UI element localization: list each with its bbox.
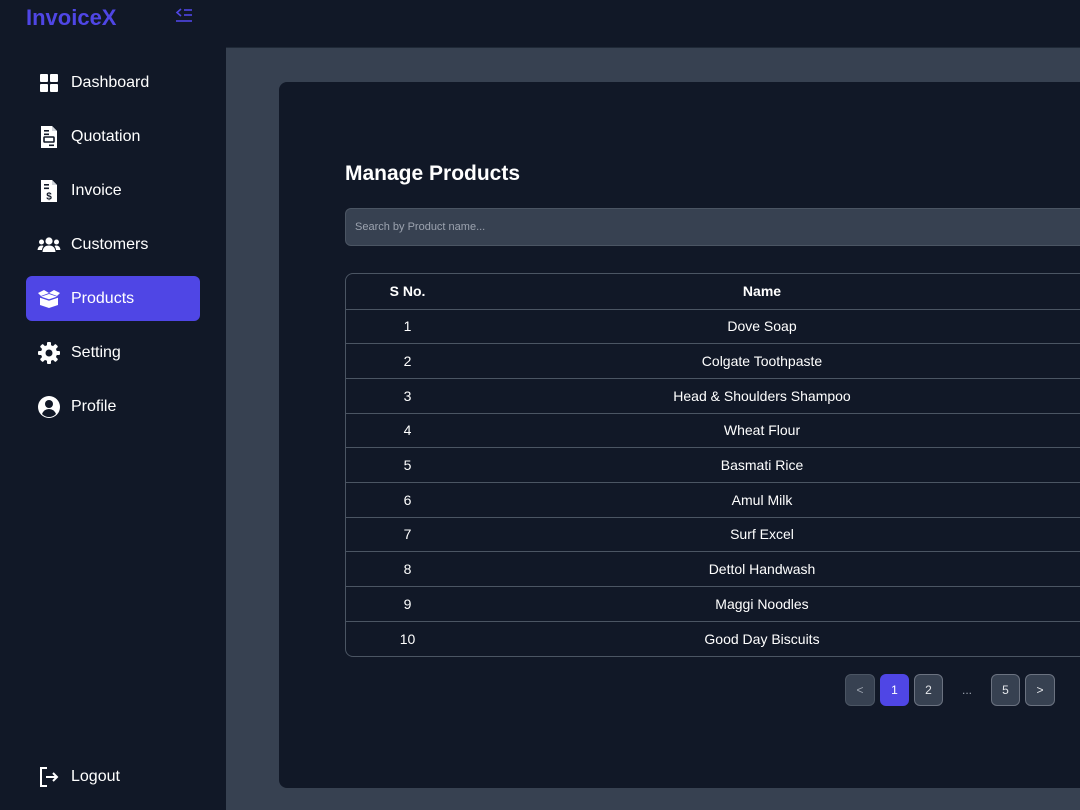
logout-button[interactable]: Logout — [26, 754, 200, 799]
cell-name: Good Day Biscuits — [704, 630, 820, 647]
cell-sno: 4 — [346, 413, 469, 449]
box-icon — [37, 287, 61, 311]
cell-name: Surf Excel — [469, 517, 1055, 553]
table-row[interactable]: 8 Dettol Handwash — [346, 551, 1080, 587]
sidebar-item-profile[interactable]: Profile — [26, 384, 200, 429]
users-icon — [37, 233, 61, 257]
column-header-sno[interactable]: S No. — [346, 274, 469, 310]
collapse-sidebar-icon[interactable] — [174, 6, 194, 26]
cell-sno: 2 — [346, 343, 469, 379]
pagination: < 1 2 ... 5 > — [845, 674, 1060, 706]
cell-name: Basmati Rice — [469, 447, 1055, 483]
cell-sno: 9 — [346, 586, 469, 622]
table-row[interactable]: 3 Head & Shoulders Shampoo — [346, 378, 1080, 414]
top-bar — [226, 0, 1080, 48]
sidebar-item-setting[interactable]: Setting — [26, 330, 200, 375]
cell-sno: 6 — [346, 482, 469, 518]
logout-label: Logout — [71, 767, 120, 785]
sidebar-item-quotation[interactable]: Quotation — [26, 114, 200, 159]
table-row[interactable]: 10 Good Day Biscuits — [346, 621, 1080, 656]
sidebar-item-label: Profile — [71, 397, 117, 415]
table-header-row: S No. Name — [346, 274, 1080, 310]
column-header-name[interactable]: Name — [469, 274, 1055, 310]
user-circle-icon — [37, 395, 61, 419]
cell-name: Amul Milk — [469, 482, 1055, 518]
page-button-1[interactable]: 1 — [880, 674, 909, 706]
products-card: Manage Products S No. Name 1 Dove Soap — [279, 82, 1080, 788]
gear-icon — [37, 341, 61, 365]
product-search-input[interactable] — [345, 208, 1080, 246]
sidebar-item-products[interactable]: Products — [26, 276, 200, 321]
next-page-button[interactable]: > — [1025, 674, 1055, 706]
cell-sno: 7 — [346, 517, 469, 553]
sidebar-item-label: Products — [71, 289, 135, 307]
products-table: S No. Name 1 Dove Soap 2 Colgate Toothpa… — [345, 273, 1080, 657]
sidebar-item-customers[interactable]: Customers — [26, 222, 200, 267]
cell-sno: 3 — [346, 378, 469, 414]
table-row[interactable]: 5 Basmati Rice — [346, 447, 1080, 483]
cell-name: Wheat Flour — [469, 413, 1055, 449]
dashboard-grid-icon — [37, 71, 61, 95]
table-row[interactable]: 9 Maggi Noodles — [346, 586, 1080, 622]
table-row[interactable]: 2 Colgate Toothpaste — [346, 343, 1080, 379]
sidebar-item-label: Dashboard — [71, 73, 150, 91]
column-header-extra — [1055, 274, 1080, 310]
table-row[interactable]: 4 Wheat Flour — [346, 413, 1080, 449]
sidebar-item-invoice[interactable]: $ Invoice — [26, 168, 200, 213]
prev-page-button[interactable]: < — [845, 674, 875, 706]
cell-name: Dettol Handwash — [469, 551, 1055, 587]
cell-name: Dove Soap — [469, 309, 1055, 345]
cell-name: Maggi Noodles — [469, 586, 1055, 622]
table-row[interactable]: 7 Surf Excel — [346, 517, 1080, 553]
sidebar-item-label: Setting — [71, 343, 121, 361]
cell-sno: 1 — [346, 309, 469, 345]
sidebar-item-label: Customers — [71, 235, 149, 253]
table-row[interactable]: 1 Dove Soap — [346, 309, 1080, 345]
sidebar-item-label: Quotation — [71, 127, 141, 145]
svg-text:$: $ — [46, 191, 52, 202]
pagination-ellipsis: ... — [961, 683, 972, 697]
sidebar: InvoiceX Dashboard Quotation $ Invoice C… — [0, 0, 226, 810]
quotation-document-icon — [37, 125, 61, 149]
page-button-2[interactable]: 2 — [914, 674, 943, 706]
cell-name: Colgate Toothpaste — [469, 343, 1055, 379]
sidebar-item-label: Invoice — [71, 181, 122, 199]
page-title: Manage Products — [345, 162, 521, 185]
page-button-last[interactable]: 5 — [991, 674, 1020, 706]
cell-sno: 5 — [346, 447, 469, 483]
cell-sno: 8 — [346, 551, 469, 587]
brand-logo: InvoiceX — [26, 5, 117, 30]
sidebar-item-dashboard[interactable]: Dashboard — [26, 60, 200, 105]
cell-sno: 10 — [399, 630, 416, 647]
table-row[interactable]: 6 Amul Milk — [346, 482, 1080, 518]
logout-icon — [37, 765, 61, 789]
sidebar-nav: Dashboard Quotation $ Invoice Customers … — [26, 60, 200, 438]
cell-name: Head & Shoulders Shampoo — [469, 378, 1055, 414]
invoice-dollar-icon: $ — [37, 179, 61, 203]
